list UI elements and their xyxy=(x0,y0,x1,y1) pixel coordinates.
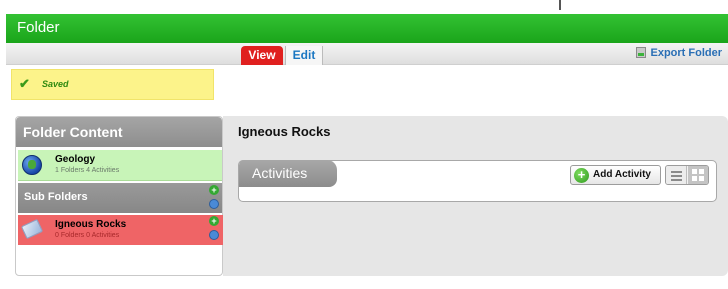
saved-notification: ✔ Saved xyxy=(11,69,214,100)
view-mode-toggle xyxy=(665,165,709,185)
window-edge-marker xyxy=(559,0,561,10)
rock-icon xyxy=(20,218,44,240)
export-icon xyxy=(636,47,647,58)
sub-folders-header: Sub Folders + xyxy=(18,183,222,213)
tab-edit[interactable]: Edit xyxy=(285,46,323,65)
add-activity-label: Add Activity xyxy=(593,169,651,180)
folder-item-counts: 0 Folders 0 Activities xyxy=(55,232,120,239)
export-folder-button[interactable]: Export Folder xyxy=(636,47,722,59)
folder-item-counts: 1 Folders 4 Activities xyxy=(55,167,120,174)
activities-section: Activities + Add Activity xyxy=(238,160,717,202)
main-content-panel: Igneous Rocks Activities + Add Activity xyxy=(223,116,728,276)
folder-item-igneous-rocks[interactable]: Igneous Rocks 0 Folders 0 Activities + xyxy=(18,215,242,245)
page-title: Igneous Rocks xyxy=(238,124,331,139)
link-icon[interactable] xyxy=(209,230,219,240)
saved-status-text: Saved xyxy=(42,79,69,89)
top-strip xyxy=(0,0,728,10)
window-title: Folder xyxy=(17,19,60,36)
tab-bar: View Edit Export Folder xyxy=(6,43,728,65)
add-icon[interactable]: + xyxy=(209,216,219,226)
tab-view[interactable]: View xyxy=(241,46,283,65)
folder-item-title: Igneous Rocks xyxy=(55,219,127,230)
list-view-icon[interactable] xyxy=(666,166,687,184)
window-title-bar: Folder xyxy=(6,14,728,43)
add-subfolder-icon[interactable]: + xyxy=(209,185,219,195)
folder-content-header: Folder Content xyxy=(16,117,222,147)
checkmark-icon: ✔ xyxy=(19,76,30,91)
activities-header: Activities xyxy=(239,160,337,187)
export-folder-label: Export Folder xyxy=(650,47,722,59)
folder-item-title: Geology xyxy=(55,154,96,165)
folder-item-geology[interactable]: Geology 1 Folders 4 Activities xyxy=(18,150,222,181)
folder-content-panel: Folder Content Geology 1 Folders 4 Activ… xyxy=(15,116,242,276)
grid-view-icon[interactable] xyxy=(688,166,708,184)
activities-label: Activities xyxy=(252,165,308,181)
link-subfolder-icon[interactable] xyxy=(209,199,219,209)
add-activity-button[interactable]: + Add Activity xyxy=(570,165,661,185)
add-icon: + xyxy=(574,168,589,183)
sub-folders-label: Sub Folders xyxy=(24,191,88,203)
globe-icon xyxy=(22,155,42,175)
